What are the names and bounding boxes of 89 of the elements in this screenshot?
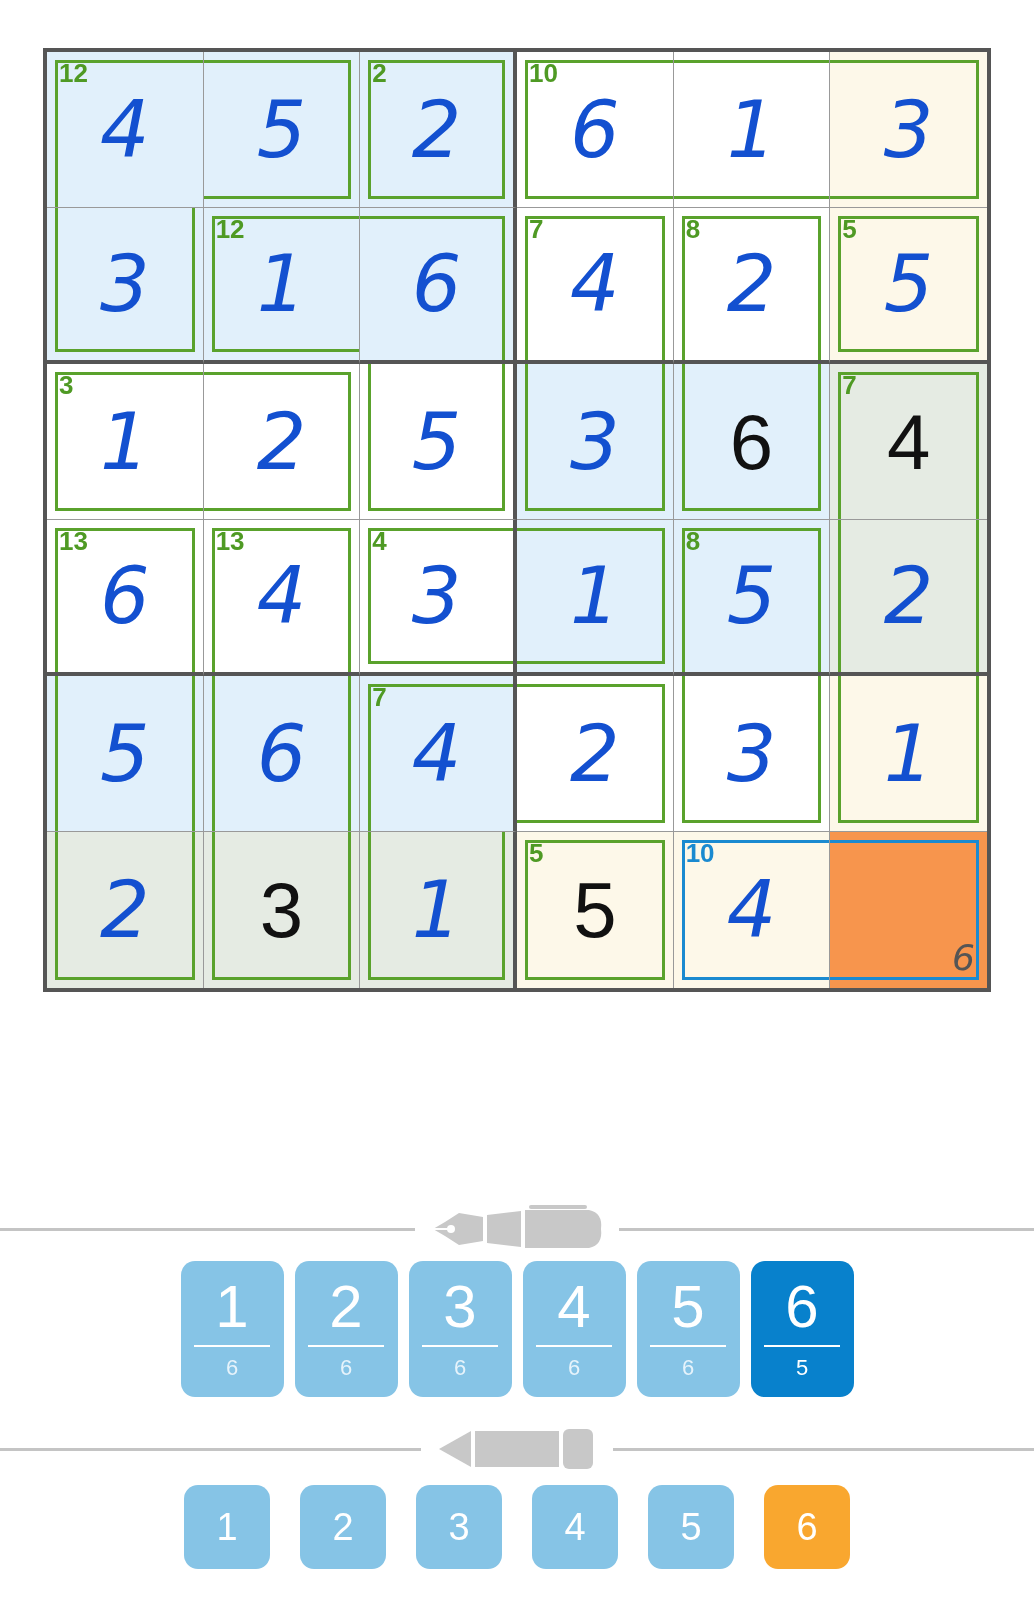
grid-cell[interactable]: 5 [47,676,204,832]
grid-cell[interactable]: 5 5 [517,832,674,988]
grid-cell[interactable]: 3 1 [47,364,204,520]
pencil-mark: 6 [952,937,975,978]
cell-digit: 3 [570,402,620,481]
grid-cell[interactable]: 5 [360,364,517,520]
grid-cell[interactable]: 13 6 [47,520,204,676]
cell-digit: 4 [726,871,777,949]
grid-cell[interactable]: 6 [360,208,517,364]
grid-cell[interactable]: 2 [47,832,204,988]
grid-cell[interactable]: 3 [830,52,987,208]
cell-digit: 1 [883,714,934,793]
grid-cell[interactable]: 6 [673,364,831,520]
cell-digit: 3 [411,557,462,635]
cell-digit: 5 [883,245,934,323]
grid-cell[interactable]: 7 4 [360,676,517,832]
cage-sum: 7 [372,684,387,710]
cell-digit: 4 [256,557,307,635]
digit-key[interactable]: 6 5 [750,1261,854,1397]
grid-cell[interactable]: 2 [830,520,987,676]
cell-digit: 2 [411,90,462,169]
cage-sum: 13 [215,528,245,554]
cell-digit: 3 [883,90,934,169]
grid-cell[interactable]: 12 4 [47,52,204,208]
grid-cell[interactable]: 1 [360,832,517,988]
cell-digit: 5 [411,402,462,481]
cell-digit: 6 [100,557,150,635]
grid-cell[interactable]: 3 [203,832,361,988]
cell-digit: 3 [259,871,304,949]
grid-cell[interactable]: 5 5 [830,208,987,364]
cell-digit: 1 [570,557,620,635]
cage-sum: 12 [215,216,245,242]
cell-digit: 1 [726,90,777,169]
grid-cell[interactable]: 10 6 [517,52,674,208]
cell-digit: 1 [411,871,462,949]
grid-cell[interactable]: 1 [830,676,987,832]
grid-cell[interactable]: 13 4 [203,520,361,676]
cell-digit: 4 [100,90,150,169]
grid-cell[interactable]: 6 [830,832,987,988]
cell-digit: 2 [883,557,934,635]
cage-sum: 2 [372,60,387,86]
cage-sum: 8 [685,216,701,242]
cell-digit: 2 [570,714,620,793]
cell-digit: 5 [573,871,617,949]
cell-digit: 2 [256,402,307,481]
cage-sum: 12 [59,60,88,86]
cage-sum: 3 [59,372,74,398]
grid-cell[interactable]: 3 [517,364,674,520]
grid-cell[interactable]: 1 [517,520,674,676]
cage-sum: 4 [372,528,387,554]
cell-digit: 6 [411,245,462,323]
grid-cell[interactable]: 2 [203,364,361,520]
grid-cell[interactable]: 2 [517,676,674,832]
grid-cell[interactable]: 2 2 [360,52,517,208]
cage-sum: 10 [529,60,558,86]
cell-digit: 4 [411,714,462,793]
cell-digit: 5 [726,557,777,635]
cell-digit: 4 [570,245,620,323]
grid-cell[interactable]: 5 [203,52,361,208]
cage-sum: 10 [685,840,715,866]
grid-cell[interactable]: 3 [47,208,204,364]
grid-cell[interactable]: 10 4 [673,832,831,988]
grid-cell[interactable]: 7 4 [830,364,987,520]
grid-cell[interactable]: 6 [203,676,361,832]
cell-digit: 3 [100,245,150,323]
cage-sum: 7 [842,372,857,398]
cell-digit: 4 [886,402,931,481]
grid-cell[interactable]: 12 1 [203,208,361,364]
grid-cell[interactable]: 1 [673,52,831,208]
cage-sum: 5 [529,840,544,866]
cage-sum: 5 [842,216,857,242]
cell-digit: 5 [100,714,150,793]
grid-cell[interactable]: 8 2 [673,208,831,364]
grid-cell[interactable]: 8 5 [673,520,831,676]
grid-cell[interactable]: 3 [673,676,831,832]
cell-digit: 5 [256,90,307,169]
grid-cell[interactable]: 4 3 [360,520,517,676]
cage-sum: 7 [529,216,544,242]
cell-digit: 2 [726,245,777,323]
cell-digit: 1 [100,402,150,481]
grid-cell[interactable]: 7 4 [517,208,674,364]
cage-sum: 8 [685,528,701,554]
cell-digit: 6 [570,90,620,169]
cell-digit: 3 [726,714,777,793]
cell-digit: 6 [729,402,774,481]
cell-digit: 1 [256,245,307,323]
cage-sum: 13 [59,528,88,554]
cell-digit: 6 [256,714,307,793]
cell-digit: 2 [100,871,150,949]
